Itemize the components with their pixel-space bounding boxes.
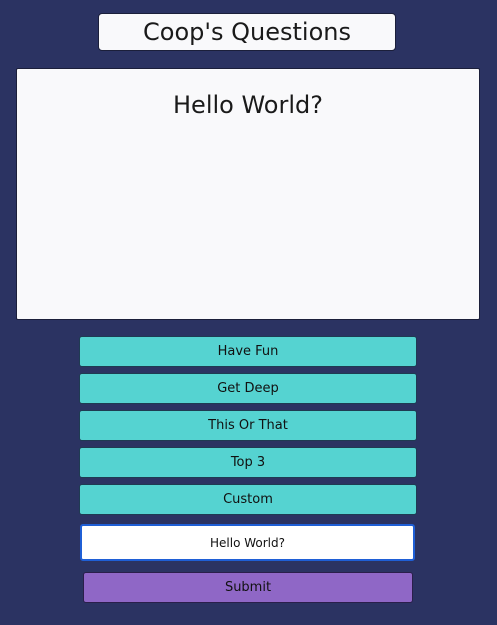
custom-question-input[interactable] bbox=[80, 524, 415, 561]
this-or-that-button[interactable]: This Or That bbox=[79, 410, 417, 441]
have-fun-button[interactable]: Have Fun bbox=[79, 336, 417, 367]
app-title: Coop's Questions bbox=[98, 13, 396, 51]
question-card: Hello World? bbox=[16, 68, 480, 320]
top-3-button[interactable]: Top 3 bbox=[79, 447, 417, 478]
get-deep-button[interactable]: Get Deep bbox=[79, 373, 417, 404]
custom-button[interactable]: Custom bbox=[79, 484, 417, 515]
question-text: Hello World? bbox=[173, 91, 323, 119]
submit-button[interactable]: Submit bbox=[83, 572, 413, 603]
